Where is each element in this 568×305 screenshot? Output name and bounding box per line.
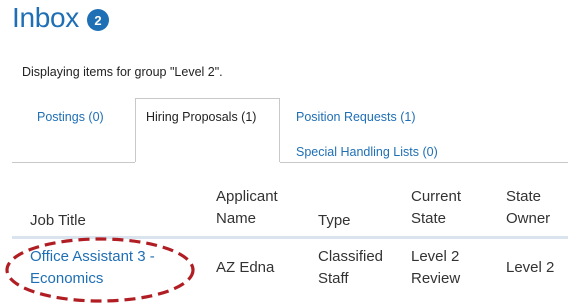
tab-position-requests[interactable]: Position Requests (1): [296, 110, 416, 124]
column-header-state-owner[interactable]: State Owner: [506, 186, 550, 230]
tabs-divider: [12, 162, 135, 163]
inbox-count-badge: 2: [87, 9, 109, 31]
current-state-cell: Level 2 Review: [411, 248, 461, 287]
applicant-name-cell: AZ Edna: [216, 259, 275, 276]
inbox-header: Inbox 2: [12, 2, 109, 34]
column-header-job-title[interactable]: Job Title: [30, 210, 86, 232]
tab-hiring-proposals-label: Hiring Proposals (1): [146, 110, 257, 124]
type-cell: Classified Staff: [318, 248, 384, 287]
table-header-rule: [12, 236, 568, 239]
column-header-type[interactable]: Type: [318, 210, 351, 232]
state-owner-cell: Level 2: [506, 259, 555, 276]
tab-hiring-proposals[interactable]: [135, 98, 280, 162]
column-header-current-state[interactable]: Current State: [411, 186, 461, 230]
tab-special-handling-lists[interactable]: Special Handling Lists (0): [296, 145, 438, 159]
inbox-page: Inbox 2 Displaying items for group "Leve…: [0, 0, 568, 305]
tab-postings[interactable]: Postings (0): [37, 110, 104, 124]
page-title: Inbox: [12, 2, 79, 33]
job-title-link[interactable]: Office Assistant 3 - Economics: [30, 246, 155, 290]
group-message: Displaying items for group "Level 2".: [22, 65, 223, 79]
tabs-divider: [280, 162, 568, 163]
column-header-applicant-name[interactable]: Applicant Name: [216, 186, 278, 230]
